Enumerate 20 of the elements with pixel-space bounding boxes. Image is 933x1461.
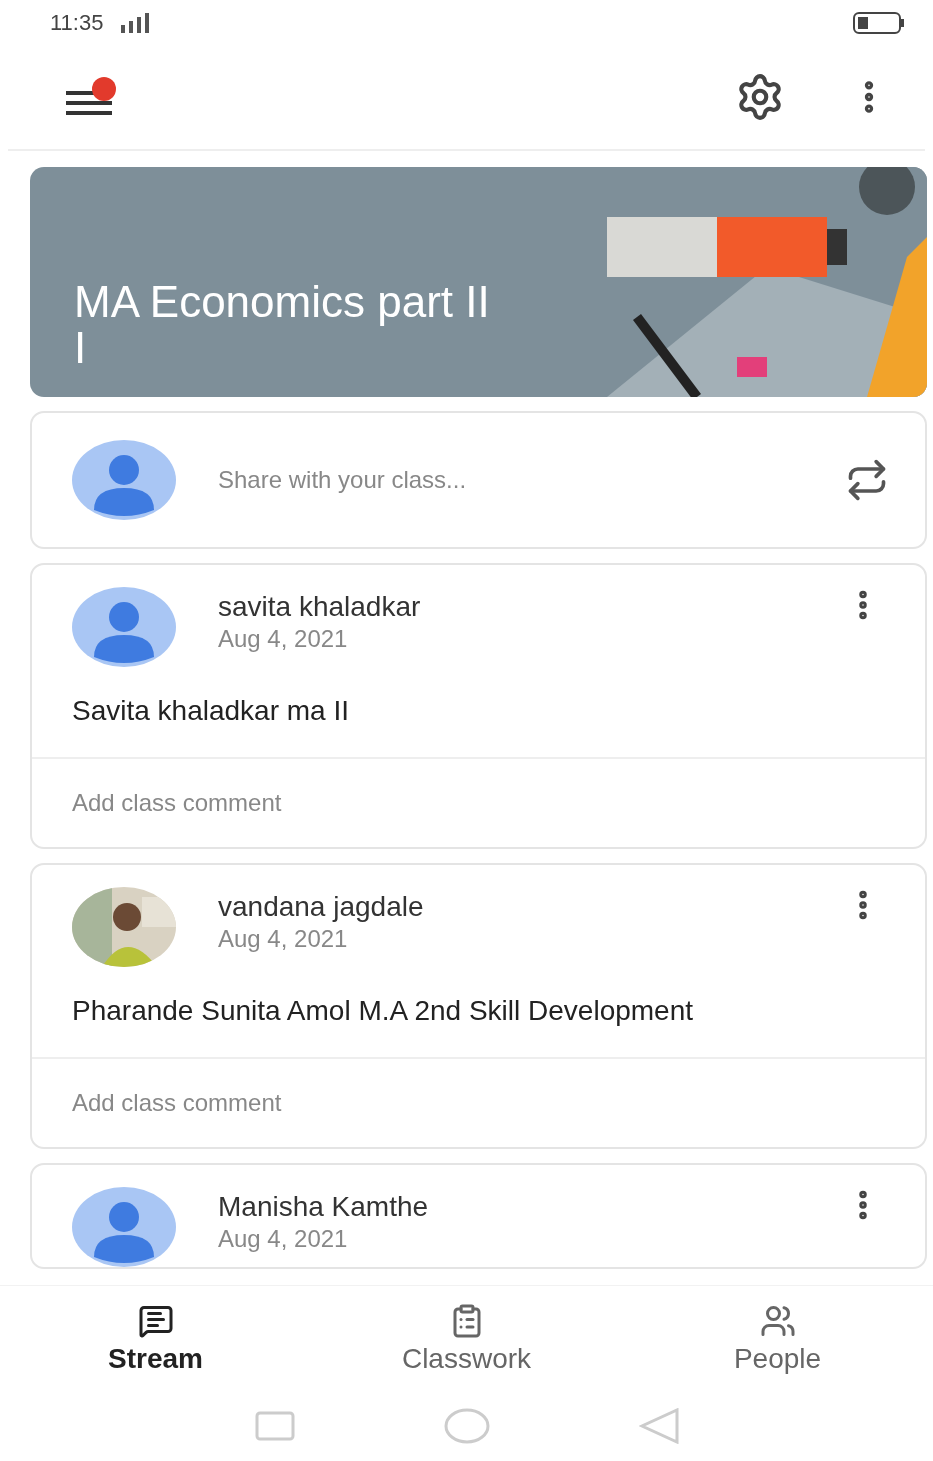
battery-icon (853, 11, 905, 34)
nav-tab[interactable]: People (667, 1286, 888, 1391)
author-name: Manisha Kamthe (218, 1191, 430, 1223)
post-text: Savita khaladkar ma II (71, 694, 351, 728)
comment-field[interactable]: Add class comment (32, 757, 925, 847)
nav-tab[interactable]: Stream (45, 1286, 266, 1391)
post-date: Aug 4, 2021 (218, 1225, 349, 1253)
avatar-icon (72, 440, 176, 520)
status-time: 11:35 (50, 9, 104, 36)
nav-tab[interactable]: Classwork (356, 1286, 577, 1391)
avatar-icon (72, 587, 176, 667)
author-name: savita khaladkar (218, 591, 422, 623)
share-field[interactable]: Share with your class... (218, 466, 803, 494)
post-text: Pharande Sunita Amol M.A 2nd Skill Development (71, 994, 695, 1028)
class-title: MA Economics part II I (74, 279, 490, 371)
avatar-icon (72, 1187, 176, 1267)
post-date: Aug 4, 2021 (218, 925, 349, 953)
author-name: vandana jagdale (218, 891, 425, 923)
comment-field[interactable]: Add class comment (32, 1057, 925, 1147)
post-date: Aug 4, 2021 (218, 625, 349, 653)
